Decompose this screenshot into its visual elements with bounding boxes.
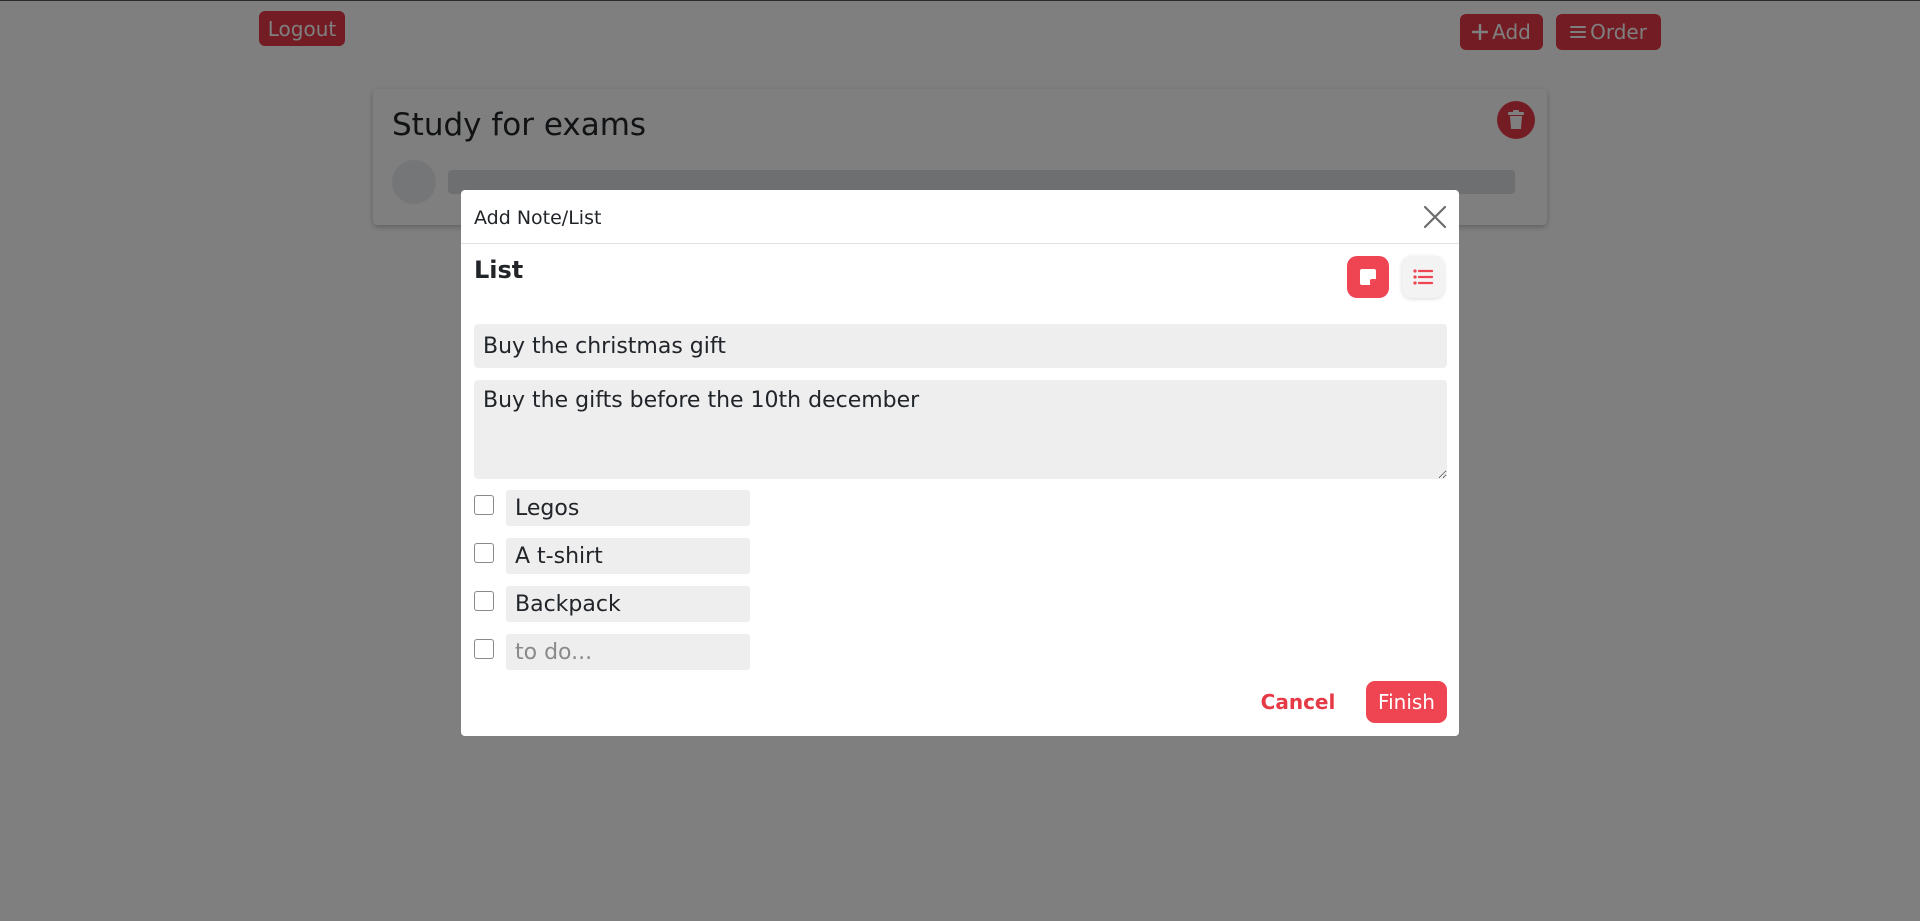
modal-title: Add Note/List	[474, 207, 602, 229]
new-todo-item	[474, 634, 774, 670]
todo-checkbox[interactable]	[474, 591, 494, 611]
todo-item-input[interactable]	[506, 538, 750, 574]
description-input[interactable]: Buy the gifts before the 10th december	[474, 380, 1447, 479]
todo-item	[474, 586, 774, 622]
todo-checkbox[interactable]	[474, 495, 494, 515]
list-icon	[1413, 269, 1433, 285]
todo-item	[474, 490, 774, 526]
add-note-modal: Add Note/List List Buy the gifts before …	[461, 190, 1459, 736]
close-button[interactable]	[1422, 204, 1448, 230]
cancel-button[interactable]: Cancel	[1253, 681, 1343, 723]
window-top-border	[0, 0, 1920, 1]
note-type-button[interactable]	[1347, 256, 1389, 298]
finish-button[interactable]: Finish	[1366, 681, 1447, 723]
note-type-label: List	[474, 256, 524, 284]
close-icon	[1423, 205, 1447, 229]
modal-header: Add Note/List	[461, 190, 1459, 244]
todo-checkbox[interactable]	[474, 639, 494, 659]
todo-item-input[interactable]	[506, 586, 750, 622]
sticky-note-icon	[1360, 269, 1376, 285]
todo-item	[474, 538, 774, 574]
new-todo-input[interactable]	[506, 634, 750, 670]
title-input[interactable]	[474, 324, 1447, 368]
list-type-button[interactable]	[1402, 256, 1444, 298]
todo-checkbox[interactable]	[474, 543, 494, 563]
todo-item-input[interactable]	[506, 490, 750, 526]
